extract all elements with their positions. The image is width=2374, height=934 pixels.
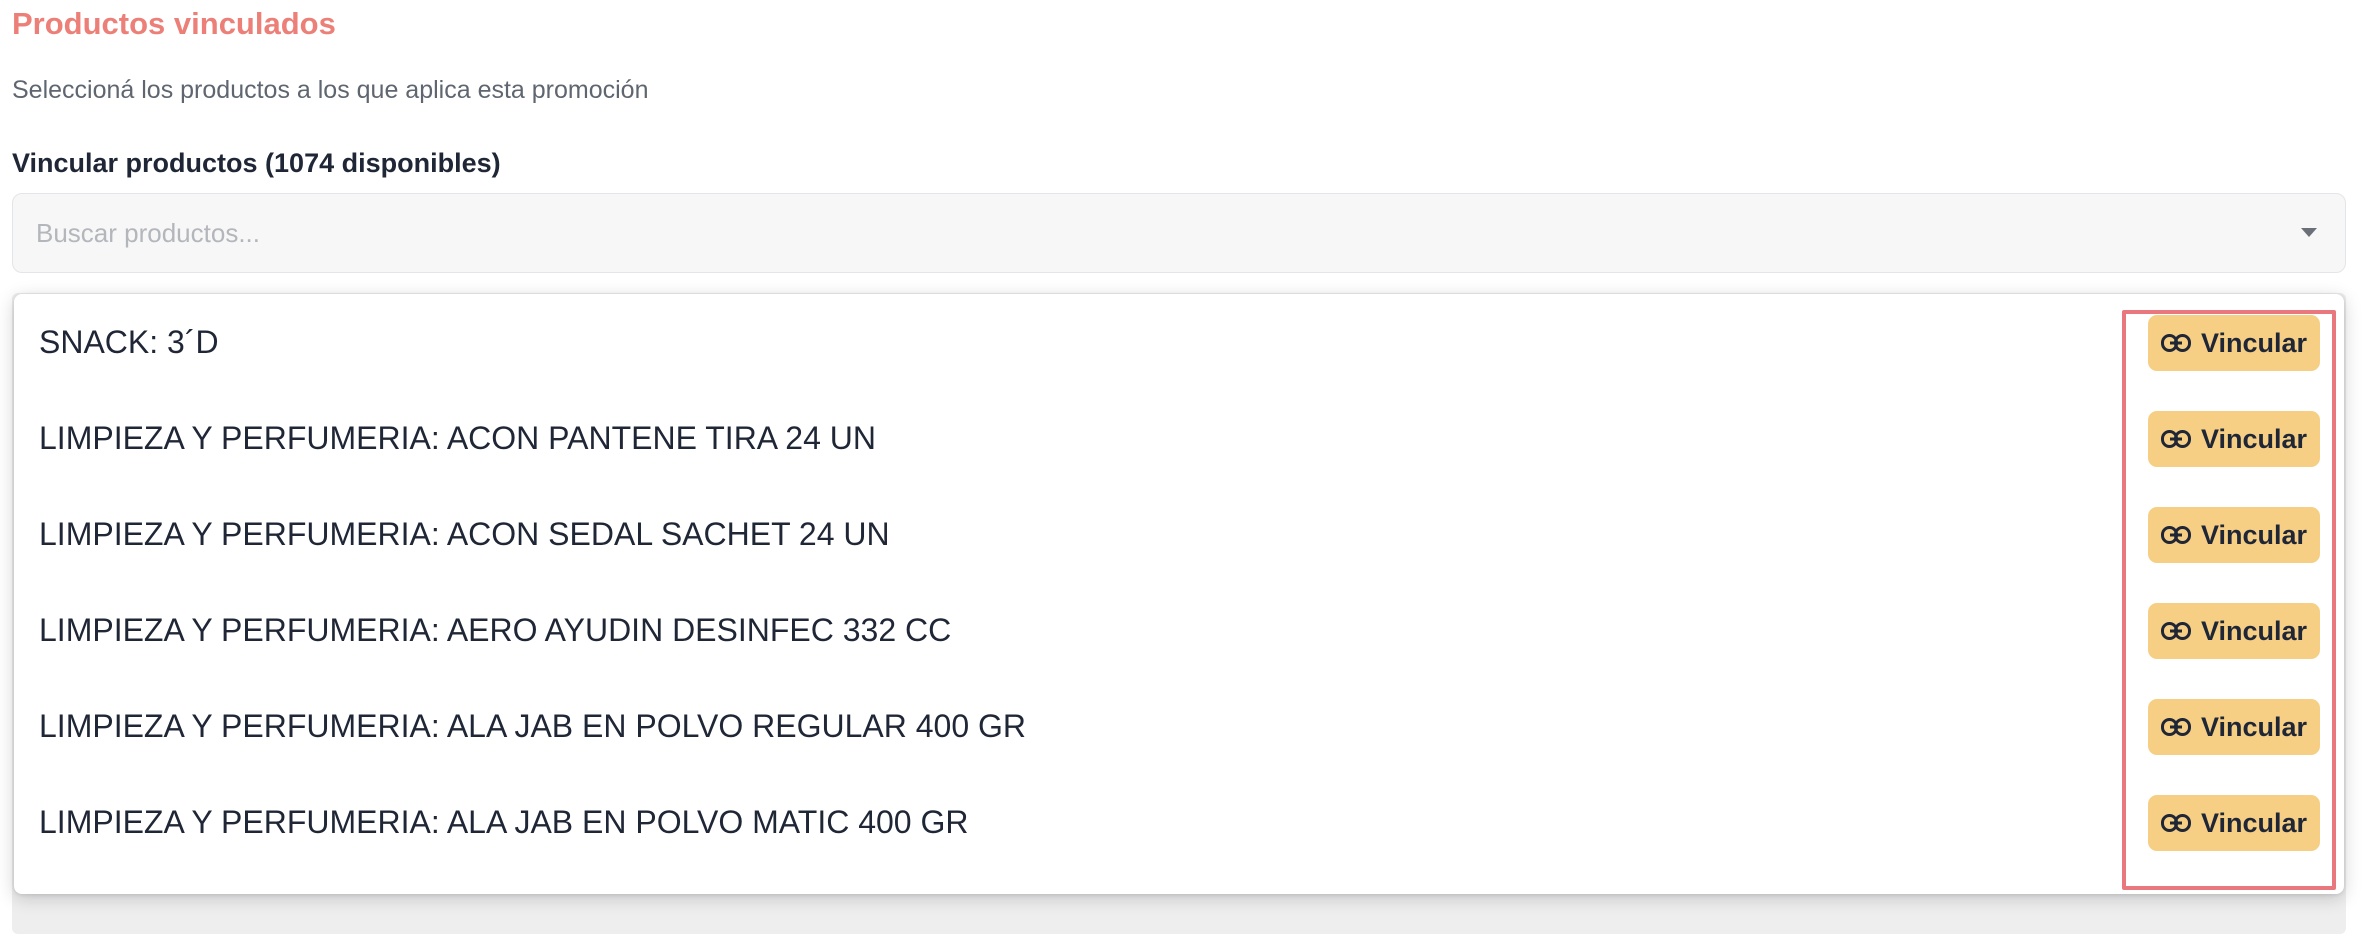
link-button-label: Vincular	[2200, 327, 2308, 358]
link-product-button[interactable]: Vincular	[2148, 411, 2320, 467]
chevron-down-icon[interactable]	[2301, 228, 2317, 237]
list-item[interactable]: LIMPIEZA Y PERFUMERIA: ALA JAB EN POLVO …	[14, 678, 2344, 774]
product-label: SNACK: 3´D	[39, 324, 219, 360]
section-subtitle: Seleccioná los productos a los que aplic…	[12, 76, 649, 104]
link-icon	[2160, 718, 2191, 736]
link-button-label: Vincular	[2200, 423, 2308, 454]
section-title: Productos vinculados	[12, 6, 336, 41]
link-product-button[interactable]: Vincular	[2148, 603, 2320, 659]
link-product-button[interactable]: Vincular	[2148, 795, 2320, 851]
link-button-label: Vincular	[2200, 807, 2308, 838]
list-item[interactable]: SNACK: 3´D Vincular	[14, 294, 2344, 390]
link-button-label: Vincular	[2200, 711, 2308, 742]
list-item[interactable]: LIMPIEZA Y PERFUMERIA: AERO AYUDIN DESIN…	[14, 582, 2344, 678]
link-icon	[2160, 526, 2191, 544]
link-icon	[2160, 430, 2191, 448]
link-product-button[interactable]: Vincular	[2148, 699, 2320, 755]
link-button-label: Vincular	[2200, 615, 2308, 646]
product-search-select[interactable]	[12, 193, 2346, 273]
page: Productos vinculados Seleccioná los prod…	[0, 0, 2374, 934]
product-label: LIMPIEZA Y PERFUMERIA: ACON PANTENE TIRA…	[39, 420, 876, 456]
link-product-button[interactable]: Vincular	[2148, 507, 2320, 563]
product-label: LIMPIEZA Y PERFUMERIA: ACON SEDAL SACHET…	[39, 516, 890, 552]
link-icon	[2160, 814, 2191, 832]
product-search-input[interactable]	[36, 194, 2236, 272]
list-item[interactable]: LIMPIEZA Y PERFUMERIA: ACON SEDAL SACHET…	[14, 486, 2344, 582]
link-product-button[interactable]: Vincular	[2148, 315, 2320, 371]
list-item[interactable]: LIMPIEZA Y PERFUMERIA: ACON PANTENE TIRA…	[14, 390, 2344, 486]
link-button-label: Vincular	[2200, 519, 2308, 550]
link-products-label: Vincular productos (1074 disponibles)	[12, 148, 501, 178]
link-icon	[2160, 334, 2191, 352]
link-icon	[2160, 622, 2191, 640]
product-label: LIMPIEZA Y PERFUMERIA: AERO AYUDIN DESIN…	[39, 612, 952, 648]
product-dropdown-list: SNACK: 3´D Vincular LIMPIEZA Y PERFUMERI…	[14, 294, 2344, 894]
product-label: LIMPIEZA Y PERFUMERIA: ALA JAB EN POLVO …	[39, 804, 969, 840]
list-item[interactable]: LIMPIEZA Y PERFUMERIA: ALA JAB EN POLVO …	[14, 774, 2344, 870]
product-label: LIMPIEZA Y PERFUMERIA: ALA JAB EN POLVO …	[39, 708, 1027, 744]
